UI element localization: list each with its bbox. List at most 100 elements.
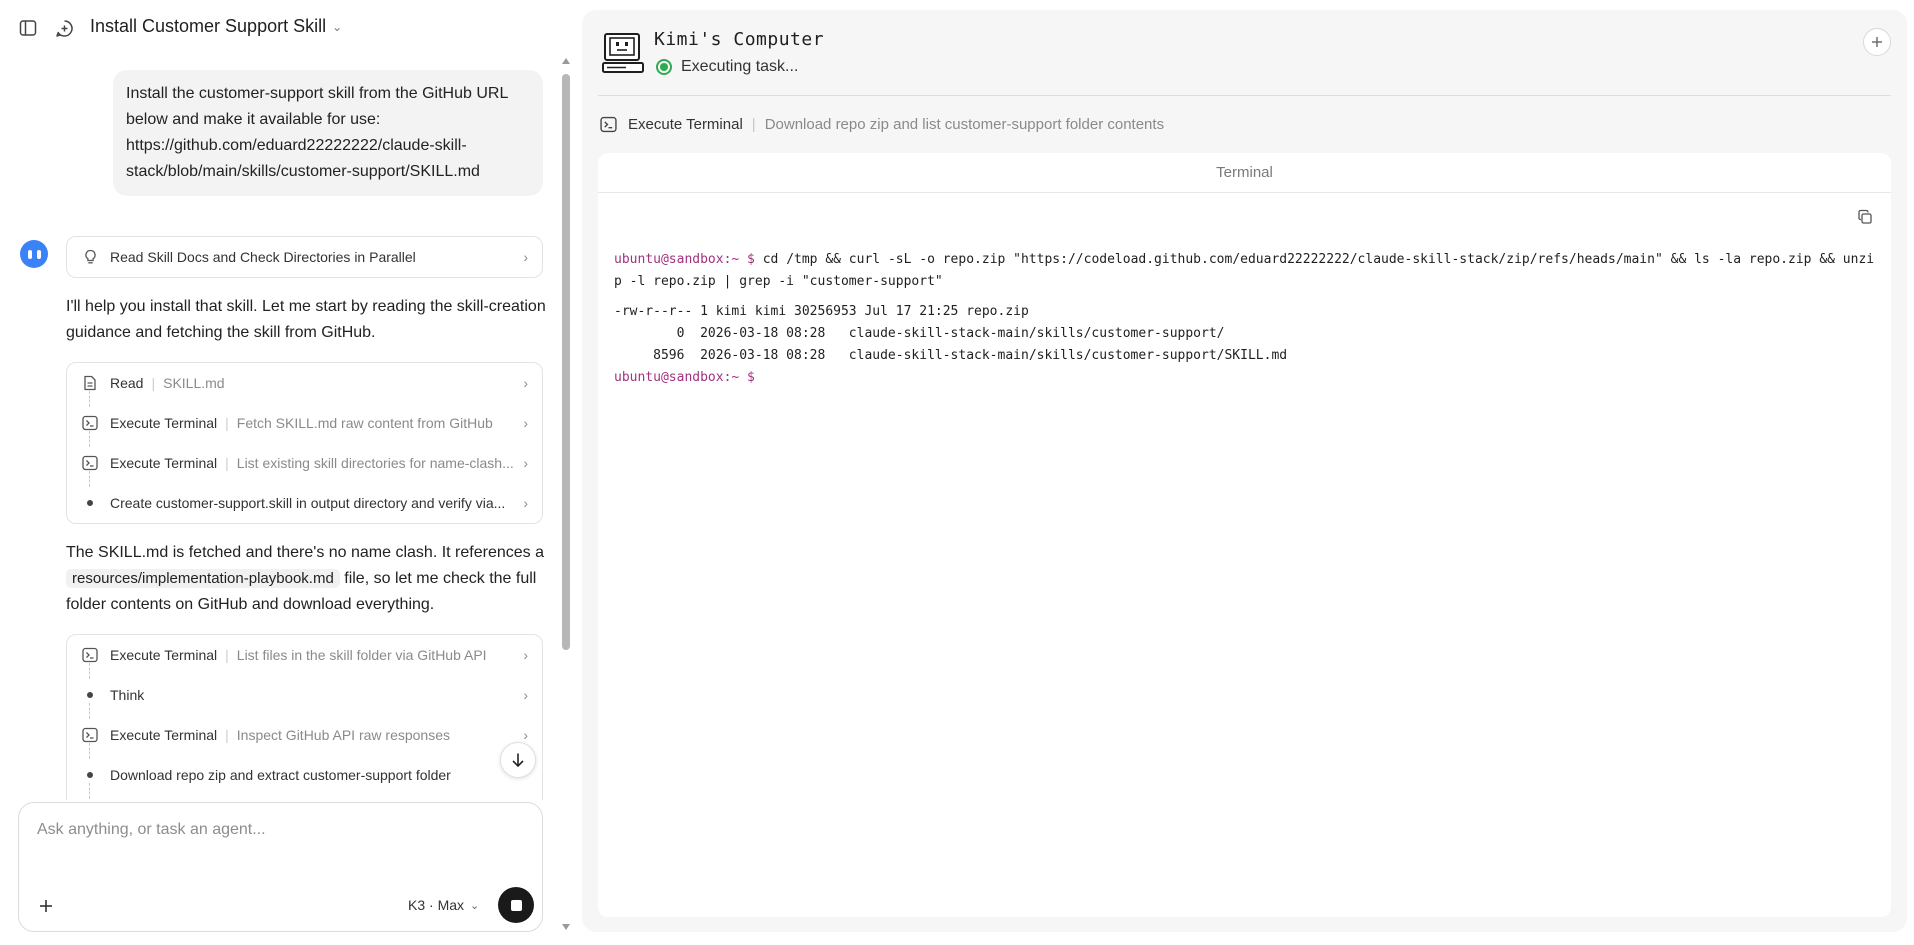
terminal-output-lines: -rw-r--r-- 1 kimi kimi 30256953 Jul 17 2… bbox=[614, 301, 1876, 367]
scroll-up-arrow-icon[interactable] bbox=[562, 58, 570, 64]
plus-icon bbox=[40, 900, 52, 912]
terminal-command: cd /tmp && curl -sL -o repo.zip "https:/… bbox=[614, 252, 1875, 289]
computer-name: Kimi's Computer bbox=[654, 29, 825, 50]
terminal-icon bbox=[81, 414, 99, 432]
terminal-prompt: ubuntu@sandbox:~ $ bbox=[614, 252, 755, 267]
chevron-down-icon: ⌄ bbox=[470, 899, 480, 912]
tool-description: Download repo zip and list customer-supp… bbox=[764, 116, 1165, 133]
paragraph-text: The SKILL.md is fetched and there's no n… bbox=[66, 544, 544, 561]
current-tool: Execute Terminal | Download repo zip and… bbox=[600, 116, 1164, 133]
chevron-right-icon: › bbox=[523, 727, 528, 743]
output-line: 0 2026-03-18 08:28 claude-skill-stack-ma… bbox=[614, 326, 1225, 341]
terminal-window: Terminal ubuntu@sandbox:~ $ cd /tmp && c… bbox=[598, 153, 1891, 917]
assistant-paragraph-1: I'll help you install that skill. Let me… bbox=[66, 298, 546, 341]
plus-icon bbox=[1872, 37, 1882, 47]
step-row-think[interactable]: Think › bbox=[67, 675, 542, 715]
arrow-down-icon bbox=[512, 753, 524, 768]
scroll-to-bottom-button[interactable] bbox=[500, 742, 536, 778]
chat-title-text: Install Customer Support Skill bbox=[90, 16, 327, 36]
step-row-download[interactable]: Download repo zip and extract customer-s… bbox=[67, 755, 542, 795]
chevron-right-icon: › bbox=[523, 375, 528, 391]
chevron-right-icon: › bbox=[523, 249, 528, 265]
add-attachment-button[interactable] bbox=[35, 895, 57, 917]
status-text: Executing task... bbox=[681, 58, 799, 75]
terminal-output[interactable]: ubuntu@sandbox:~ $ cd /tmp && curl -sL -… bbox=[614, 249, 1876, 389]
user-message: Install the customer-support skill from … bbox=[113, 70, 543, 196]
inline-code: resources/implementation-playbook.md bbox=[66, 569, 340, 588]
step-row-plan[interactable]: Read Skill Docs and Check Directories in… bbox=[67, 237, 542, 277]
step-separator: | bbox=[225, 647, 229, 663]
avatar-eye-left bbox=[27, 249, 32, 259]
sidebar-toggle-icon[interactable] bbox=[17, 17, 39, 39]
chat-title[interactable]: Install Customer Support Skill ⌄ bbox=[90, 16, 342, 37]
computer-icon bbox=[602, 32, 644, 74]
terminal-command-line: ubuntu@sandbox:~ $ cd /tmp && curl -sL -… bbox=[614, 249, 1876, 293]
output-line: 8596 2026-03-18 08:28 claude-skill-stack… bbox=[614, 348, 1288, 363]
tool-name: Execute Terminal bbox=[628, 116, 743, 133]
terminal-icon bbox=[600, 116, 617, 133]
chat-panel: Install Customer Support Skill ⌄ Install… bbox=[0, 0, 575, 945]
stop-icon bbox=[510, 899, 522, 911]
chevron-right-icon: › bbox=[523, 415, 528, 431]
output-line: -rw-r--r-- 1 kimi kimi 30256953 Jul 17 2… bbox=[614, 304, 1029, 319]
chevron-down-icon: ⌄ bbox=[332, 19, 343, 34]
step-separator: | bbox=[225, 455, 229, 471]
step-row-terminal[interactable]: Execute Terminal | Inspect GitHub API ra… bbox=[67, 715, 542, 755]
step-name: Execute Terminal bbox=[110, 455, 218, 471]
terminal-final-prompt-line: ubuntu@sandbox:~ $ bbox=[614, 367, 1876, 389]
task-status: Executing task... bbox=[656, 58, 798, 76]
avatar-eye-right bbox=[36, 249, 41, 259]
chat-scrollbar[interactable] bbox=[561, 58, 571, 930]
file-icon bbox=[81, 374, 99, 392]
copy-icon[interactable] bbox=[1857, 209, 1875, 227]
step-group-2: Execute Terminal | List files in the ski… bbox=[66, 634, 543, 800]
step-row-terminal[interactable]: Execute Terminal | List files in the ski… bbox=[67, 635, 542, 675]
step-desc: List files in the skill folder via GitHu… bbox=[236, 647, 487, 663]
new-chat-icon[interactable] bbox=[53, 17, 75, 39]
scrollbar-thumb[interactable] bbox=[562, 74, 570, 650]
lightbulb-icon bbox=[81, 248, 99, 266]
step-separator: | bbox=[151, 375, 156, 391]
step-row-read[interactable]: Read | SKILL.md › bbox=[67, 363, 542, 403]
step-name: Execute Terminal bbox=[110, 647, 218, 663]
model-selector[interactable]: K3 · Max ⌄ bbox=[408, 897, 479, 913]
terminal-prompt: ubuntu@sandbox:~ $ bbox=[614, 370, 755, 385]
message-list[interactable]: Install the customer-support skill from … bbox=[0, 56, 575, 800]
model-selector-label: K3 · Max bbox=[408, 897, 465, 913]
step-name: Execute Terminal bbox=[110, 727, 218, 743]
chevron-right-icon: › bbox=[523, 455, 528, 471]
chat-topbar: Install Customer Support Skill ⌄ bbox=[0, 0, 575, 56]
step-row-create[interactable]: Create customer-support.skill in output … bbox=[67, 483, 542, 523]
expand-button[interactable] bbox=[1863, 28, 1891, 56]
assistant-paragraph-2: The SKILL.md is fetched and there's no n… bbox=[66, 540, 546, 618]
step-row-terminal[interactable]: Execute Terminal | List existing skill d… bbox=[67, 443, 542, 483]
step-title: Read Skill Docs and Check Directories in… bbox=[110, 249, 416, 265]
panel-divider bbox=[598, 95, 1891, 96]
step-name: Execute Terminal bbox=[110, 415, 218, 431]
step-card-plan[interactable]: Read Skill Docs and Check Directories in… bbox=[66, 236, 543, 278]
bullet-icon bbox=[87, 500, 93, 506]
assistant-avatar bbox=[20, 240, 48, 268]
step-desc: List existing skill directories for name… bbox=[236, 455, 514, 471]
bullet-icon bbox=[87, 692, 93, 698]
message-input[interactable] bbox=[37, 817, 527, 843]
chevron-right-icon: › bbox=[523, 647, 528, 663]
step-group-1: Read | SKILL.md › Execute Terminal | Fet… bbox=[66, 362, 543, 524]
step-row-terminal[interactable]: Execute Terminal | Fetch SKILL.md raw co… bbox=[67, 403, 542, 443]
terminal-icon bbox=[81, 646, 99, 664]
status-running-icon bbox=[656, 59, 672, 75]
step-desc: Fetch SKILL.md raw content from GitHub bbox=[236, 415, 493, 431]
step-separator: | bbox=[225, 727, 229, 743]
step-name: Download repo zip and extract customer-s… bbox=[110, 767, 451, 783]
step-desc: SKILL.md bbox=[163, 375, 225, 391]
chevron-right-icon: › bbox=[523, 495, 528, 511]
computer-panel: Kimi's Computer Executing task... Execut… bbox=[582, 10, 1907, 932]
stop-button[interactable] bbox=[498, 887, 534, 923]
step-separator: | bbox=[225, 415, 229, 431]
chevron-right-icon: › bbox=[523, 687, 528, 703]
scroll-down-arrow-icon[interactable] bbox=[562, 924, 570, 930]
step-name: Think bbox=[110, 687, 145, 703]
terminal-icon bbox=[81, 726, 99, 744]
message-composer: K3 · Max ⌄ bbox=[18, 802, 543, 932]
step-name: Read bbox=[110, 375, 144, 391]
